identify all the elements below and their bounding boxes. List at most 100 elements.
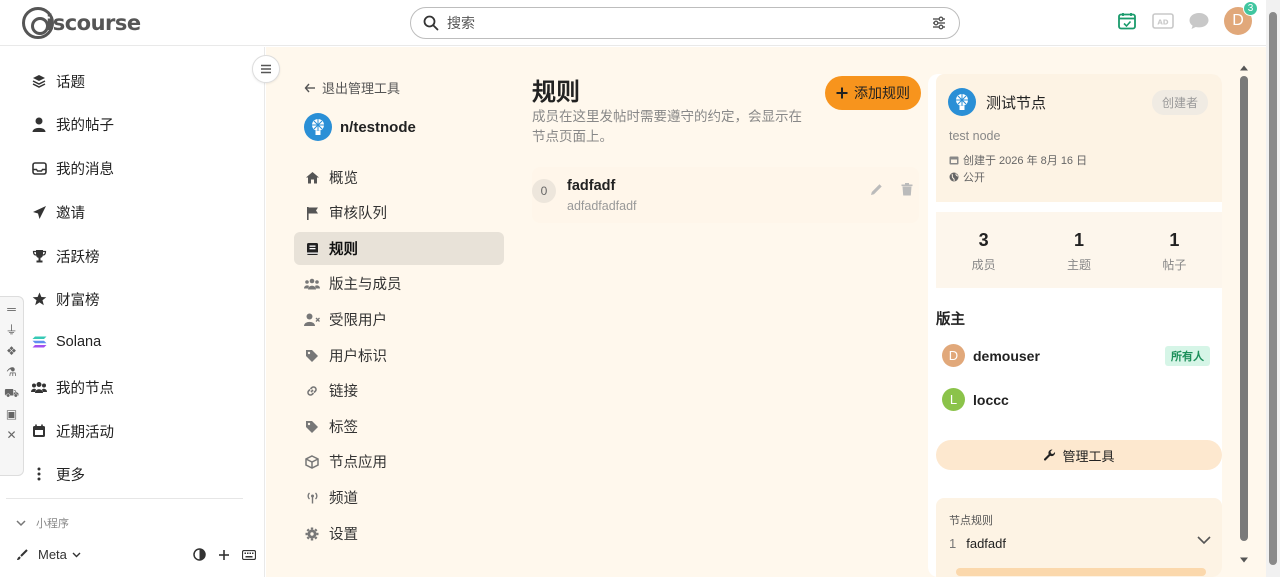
chevron-down-icon — [16, 519, 26, 526]
node-logo-icon — [948, 88, 976, 116]
meta-selector[interactable]: Meta — [38, 547, 67, 562]
edit-pencil-icon[interactable] — [870, 183, 883, 196]
paper-plane-icon — [30, 205, 48, 220]
node-title-row: 测试节点 — [948, 88, 1046, 116]
admin-nav-review-queue[interactable]: 审核队列 — [294, 196, 504, 229]
truck-icon[interactable]: ⛟ — [4, 385, 19, 401]
admin-nav-node-apps[interactable]: 节点应用 — [294, 445, 504, 478]
avatar: D — [942, 344, 965, 367]
gear-icon — [304, 527, 320, 541]
moderator-name: demouser — [973, 347, 1040, 364]
sidebar-item-my-posts[interactable]: 我的帖子 — [30, 109, 114, 139]
admin-nav-overview[interactable]: 概览 — [294, 161, 504, 194]
chevron-down-icon[interactable] — [1197, 536, 1211, 545]
svg-text:AD: AD — [1157, 19, 1168, 27]
sidebar-item-solana[interactable]: Solana — [30, 327, 101, 357]
exit-admin-link[interactable]: 退出管理工具 — [304, 78, 400, 97]
broadcast-icon — [304, 491, 320, 504]
admin-nav-moderators-members[interactable]: 版主与成员 — [294, 267, 504, 300]
stat-posts: 1 帖子 — [1162, 230, 1187, 272]
node-logo-icon — [304, 113, 332, 141]
plug-icon[interactable]: ⏚ — [5, 322, 17, 338]
ad-icon[interactable]: AD — [1152, 10, 1174, 32]
admin-main: 退出管理工具 n/testnode 概览 审核队列 规则 版主与成员 受限用户 … — [266, 47, 1266, 577]
rule-actions — [870, 183, 913, 196]
stat-topics: 1 主题 — [1066, 230, 1091, 272]
add-rule-button[interactable]: 添加规则 — [825, 76, 921, 110]
sidebar-item-leaderboard[interactable]: 活跃榜 — [30, 241, 100, 271]
plus-icon — [836, 87, 848, 99]
scroll-down-icon[interactable] — [1239, 556, 1249, 564]
cubes-icon[interactable]: ❖ — [6, 343, 17, 359]
panel-scrollbar[interactable] — [1238, 64, 1250, 569]
sidebar-item-more[interactable]: 更多 — [30, 459, 85, 489]
trophy-icon — [30, 249, 48, 263]
stat-members: 3 成员 — [971, 230, 996, 272]
chat-icon[interactable] — [1188, 10, 1210, 32]
tag-icon — [304, 420, 320, 434]
admin-nav-settings[interactable]: 设置 — [294, 517, 504, 550]
admin-nav-user-badges[interactable]: 用户标识 — [294, 339, 504, 372]
solana-icon — [30, 336, 48, 348]
sidebar-section-mini-programs[interactable]: 小程序 — [16, 515, 69, 531]
book-icon — [304, 242, 320, 256]
theme-toggle-icon[interactable] — [193, 548, 206, 561]
manage-tools-button[interactable]: 管理工具 — [936, 440, 1222, 470]
search-bar[interactable] — [410, 7, 960, 39]
user-icon — [30, 117, 48, 132]
calendar-check-icon[interactable] — [1116, 10, 1138, 32]
keyboard-icon[interactable] — [242, 549, 256, 560]
chevron-down-icon[interactable] — [72, 552, 81, 558]
search-icon — [423, 15, 439, 31]
node-header[interactable]: n/testnode — [304, 113, 416, 141]
top-header: iscourse AD D 3 — [0, 0, 1266, 46]
page-scroll-thumb[interactable] — [1269, 12, 1277, 565]
globe-icon — [949, 172, 959, 182]
calendar-icon — [30, 424, 48, 438]
creator-badge: 创建者 — [1152, 90, 1209, 115]
rules-footer-bar — [956, 568, 1206, 576]
calendar-icon — [949, 156, 959, 165]
page-description: 成员在这里发帖时需要遵守的约定，会显示在节点页面上。 — [532, 109, 802, 144]
moderators-heading: 版主 — [936, 312, 965, 328]
search-input[interactable] — [447, 15, 931, 31]
moderator-name: loccc — [973, 391, 1009, 408]
node-rule-row[interactable]: 1 fadfadf — [949, 536, 1211, 551]
admin-nav-channels[interactable]: 频道 — [294, 481, 504, 514]
discourse-logo-icon — [22, 7, 54, 39]
moderator-item[interactable]: L loccc — [942, 388, 1218, 411]
search-filter-icon[interactable] — [931, 15, 947, 31]
bus-icon[interactable]: ▣ — [6, 406, 17, 422]
users-icon — [304, 278, 320, 290]
moderator-item[interactable]: D demouser 所有人 — [942, 344, 1218, 367]
sidebar-item-my-messages[interactable]: 我的消息 — [30, 153, 114, 183]
scroll-up-icon[interactable] — [1239, 64, 1249, 72]
sidebar-toggle-button[interactable] — [252, 55, 280, 83]
panel-scroll-thumb[interactable] — [1240, 76, 1248, 541]
user-avatar[interactable]: D 3 — [1224, 1, 1258, 35]
admin-nav-restricted-users[interactable]: 受限用户 — [294, 303, 504, 336]
trash-icon[interactable] — [901, 183, 913, 196]
admin-nav-tags[interactable]: 标签 — [294, 410, 504, 443]
node-info-panel: 测试节点 创建者 test node 创建于 2026 年 8月 16 日 公开… — [928, 74, 1222, 577]
flag-icon — [304, 206, 320, 220]
node-rules-box: 节点规则 1 fadfadf — [936, 498, 1222, 577]
admin-nav-rules[interactable]: 规则 — [294, 232, 504, 265]
drag-handle-icon[interactable]: ═ — [7, 301, 16, 317]
owner-badge: 所有人 — [1165, 345, 1210, 366]
admin-nav-links[interactable]: 链接 — [294, 374, 504, 407]
close-icon[interactable]: ✕ — [6, 427, 16, 443]
node-created-date: 创建于 2026 年 8月 16 日 — [949, 152, 1087, 168]
link-icon — [304, 384, 320, 398]
sidebar-item-wealth[interactable]: 财富榜 — [30, 284, 100, 314]
site-logo[interactable]: iscourse — [22, 7, 141, 39]
users-icon — [30, 381, 48, 394]
sidebar-item-my-nodes[interactable]: 我的节点 — [30, 372, 114, 402]
plus-icon[interactable] — [218, 549, 230, 561]
sidebar-item-recent-activity[interactable]: 近期活动 — [30, 416, 114, 446]
hamburger-icon — [261, 64, 271, 74]
page-scrollbar[interactable] — [1266, 0, 1280, 577]
sidebar-item-topics[interactable]: 话题 — [30, 66, 85, 96]
sidebar-item-invite[interactable]: 邀请 — [30, 197, 85, 227]
flask-icon[interactable]: ⚗ — [6, 364, 17, 380]
